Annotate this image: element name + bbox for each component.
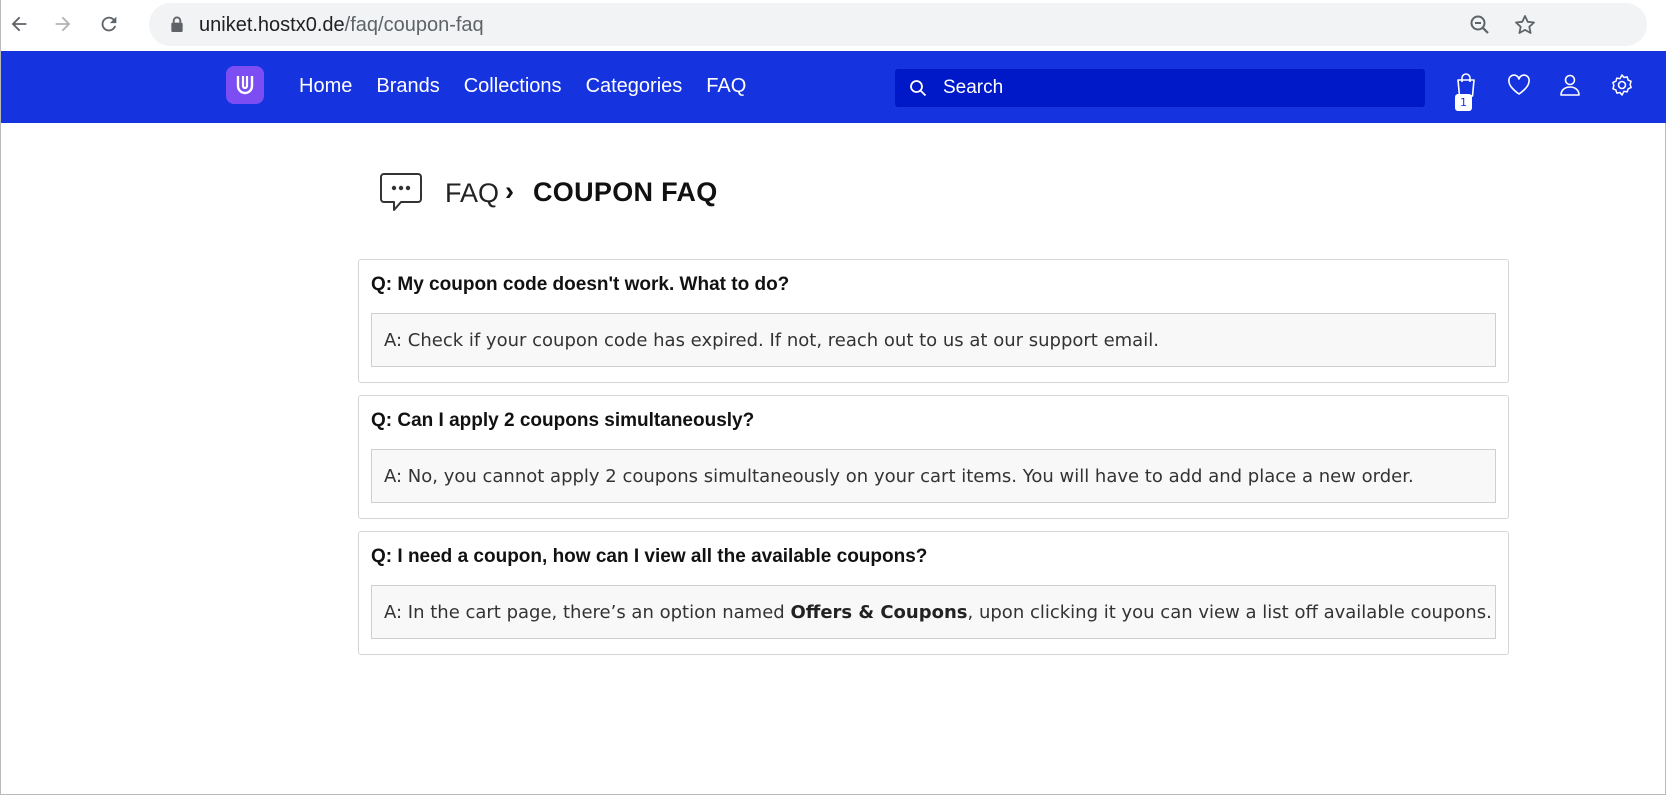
site-logo[interactable] (226, 66, 264, 104)
faq-card: Q: My coupon code doesn't work. What to … (358, 259, 1509, 383)
faq-answer-prefix: A: No, you cannot apply 2 coupons simult… (384, 466, 1414, 487)
site-header: Home Brands Collections Categories FAQ 1 (1, 51, 1666, 123)
back-icon[interactable] (3, 8, 35, 40)
faq-answer: A: Check if your coupon code has expired… (371, 313, 1496, 367)
faq-answer: A: In the cart page, there’s an option n… (371, 585, 1496, 639)
logo-icon (236, 76, 254, 95)
faq-answer-prefix: A: In the cart page, there’s an option n… (384, 602, 791, 623)
main-nav: Home Brands Collections Categories FAQ (299, 75, 770, 98)
star-icon[interactable] (1513, 13, 1537, 37)
zoom-icon[interactable] (1468, 13, 1492, 37)
search-input[interactable] (943, 69, 1413, 107)
faq-answer-prefix: A: Check if your coupon code has expired… (384, 330, 1159, 351)
url-text[interactable]: uniket.hostx0.de/faq/coupon-faq (199, 14, 484, 37)
faq-question: Q: I need a coupon, how can I view all t… (371, 546, 928, 567)
nav-faq[interactable]: FAQ (706, 75, 746, 98)
user-icon[interactable] (1556, 71, 1584, 99)
nav-brands[interactable]: Brands (376, 75, 439, 98)
nav-categories[interactable]: Categories (586, 75, 683, 98)
faq-question: Q: Can I apply 2 coupons simultaneously? (371, 410, 755, 431)
reload-icon[interactable] (93, 8, 125, 40)
faq-answer: A: No, you cannot apply 2 coupons simult… (371, 449, 1496, 503)
faq-question: Q: My coupon code doesn't work. What to … (371, 274, 790, 295)
forward-icon[interactable] (47, 8, 79, 40)
search-icon[interactable] (909, 79, 927, 97)
faq-card: Q: Can I apply 2 coupons simultaneously?… (358, 395, 1509, 519)
nav-collections[interactable]: Collections (464, 75, 562, 98)
faq-card: Q: I need a coupon, how can I view all t… (358, 531, 1509, 655)
breadcrumb: FAQ › COUPON FAQ (379, 170, 979, 220)
breadcrumb-faq-link[interactable]: FAQ (445, 178, 499, 209)
search-box (895, 69, 1425, 107)
url-host: uniket.hostx0.de (199, 14, 345, 36)
settings-icon[interactable] (1608, 71, 1636, 99)
cart-count-badge: 1 (1455, 94, 1472, 111)
lock-icon[interactable] (169, 16, 185, 33)
url-path: /faq/coupon-faq (344, 14, 484, 36)
browser-toolbar: uniket.hostx0.de/faq/coupon-faq (1, 0, 1666, 51)
address-bar[interactable]: uniket.hostx0.de/faq/coupon-faq (149, 3, 1647, 46)
page-title: COUPON FAQ (533, 177, 718, 207)
breadcrumb-separator: › (505, 176, 514, 206)
chat-bubble-icon (380, 173, 422, 211)
nav-home[interactable]: Home (299, 75, 352, 98)
faq-answer-text: A: In the cart page, there’s an option n… (384, 602, 1492, 623)
faq-answer-text: A: No, you cannot apply 2 coupons simult… (384, 466, 1414, 487)
faq-answer-text: A: Check if your coupon code has expired… (384, 330, 1159, 351)
heart-icon[interactable] (1505, 71, 1533, 99)
offers-coupons-label: Offers & Coupons (790, 602, 968, 623)
faq-answer-suffix: , upon clicking it you can view a list o… (967, 602, 1492, 623)
browser-window: uniket.hostx0.de/faq/coupon-faq Home Bra… (0, 0, 1666, 795)
